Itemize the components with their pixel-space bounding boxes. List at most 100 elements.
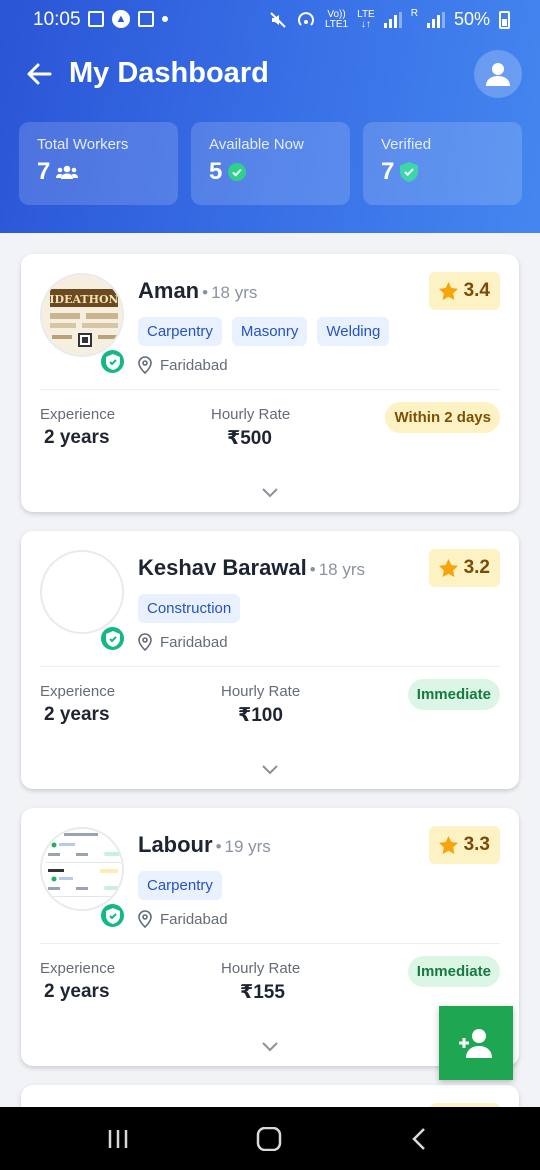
skill-tags: Construction xyxy=(138,594,241,623)
back-icon[interactable] xyxy=(405,1127,435,1151)
worker-name: Keshav Barawal xyxy=(138,555,307,580)
worker-name: Aman xyxy=(138,278,200,303)
users-icon xyxy=(56,165,79,179)
worker-age: 18 yrs xyxy=(318,560,366,579)
star-icon xyxy=(438,282,458,300)
experience-value: 2 years xyxy=(44,704,110,725)
mute-icon xyxy=(270,11,286,28)
divider xyxy=(40,666,500,667)
stat-available-now: Available Now 5 xyxy=(191,122,350,205)
availability-badge: Immediate xyxy=(407,956,500,987)
skill-tag: Masonry xyxy=(231,317,308,346)
worker-name-row: Aman • 18 yrs xyxy=(138,278,258,303)
poster-image: IDEATHON xyxy=(42,275,122,355)
recent-apps-icon[interactable] xyxy=(104,1127,134,1151)
lte-indicator: LTE ↓↑ xyxy=(357,8,375,30)
worker-photo xyxy=(40,550,124,634)
check-circle-icon xyxy=(228,163,247,181)
divider xyxy=(40,943,500,944)
add-user-icon xyxy=(459,1029,492,1058)
signal-icon-2 xyxy=(426,11,445,28)
more-notifications-icon xyxy=(162,16,168,22)
availability-badge: Within 2 days xyxy=(385,402,500,433)
status-time: 10:05 xyxy=(33,9,81,30)
stat-label: Total Workers xyxy=(37,136,129,153)
shield-check-icon xyxy=(400,162,419,182)
chevron-down-icon[interactable] xyxy=(261,486,279,498)
profile-button[interactable] xyxy=(474,50,522,98)
signal-icon-1 xyxy=(383,11,402,28)
availability-badge: Immediate xyxy=(407,679,500,710)
page-title: My Dashboard xyxy=(69,57,269,89)
svg-text:IDEATHON: IDEATHON xyxy=(49,293,118,306)
dashboard-header: 10:05 ▲ Vo)) LTE1 LTE ↓↑ R 50% My Dashboar… xyxy=(0,0,540,233)
location-pin-icon xyxy=(138,633,152,651)
worker-location: Faridabad xyxy=(138,633,228,651)
skill-tag: Construction xyxy=(138,594,241,623)
chevron-down-icon[interactable] xyxy=(261,763,279,775)
worker-location: Faridabad xyxy=(138,356,228,374)
divider xyxy=(40,389,500,390)
worker-card[interactable]: IDEATHON Aman • 18 yrs 3.4 Carpentry Mason… xyxy=(21,254,519,512)
location-pin-icon xyxy=(138,910,152,928)
hourly-rate-value: ₹100 xyxy=(238,705,283,726)
system-navigation-bar xyxy=(0,1107,540,1170)
hourly-rate-value: ₹500 xyxy=(227,428,272,449)
experience-label: Experience xyxy=(40,406,116,423)
experience-label: Experience xyxy=(40,683,116,700)
app-notification-icon: ▲ xyxy=(112,10,130,28)
stat-verified: Verified 7 xyxy=(363,122,522,205)
gallery-icon xyxy=(88,11,104,27)
location-pin-icon xyxy=(138,356,152,374)
skill-tag: Carpentry xyxy=(138,317,222,346)
verified-badge-icon xyxy=(99,902,126,929)
skill-tags: Carpentry Masonry Welding xyxy=(138,317,390,346)
hourly-rate-value: ₹155 xyxy=(240,982,285,1003)
worker-name-row: Labour • 19 yrs xyxy=(138,832,271,857)
app-bar: My Dashboard xyxy=(0,45,540,105)
back-arrow-icon[interactable] xyxy=(24,59,54,89)
skill-tags: Carpentry xyxy=(138,871,222,900)
hourly-rate-label: Hourly Rate xyxy=(221,960,301,977)
worker-name: Labour xyxy=(138,832,213,857)
worker-card[interactable]: Keshav Barawal • 18 yrs 3.2 Construction F… xyxy=(21,531,519,789)
battery-icon xyxy=(499,10,510,29)
stat-label: Verified xyxy=(381,136,432,153)
stat-value: 7 xyxy=(37,158,160,186)
user-icon xyxy=(486,63,510,86)
status-notification-icons: ▲ xyxy=(88,10,168,28)
verified-badge-icon xyxy=(99,625,126,652)
add-worker-button[interactable] xyxy=(439,1006,513,1080)
calendar-icon xyxy=(138,11,154,27)
worker-photo: IDEATHON xyxy=(40,273,124,357)
volte-indicator: Vo)) LTE1 xyxy=(324,8,349,30)
experience-value: 2 years xyxy=(44,427,110,448)
experience-label: Experience xyxy=(40,960,116,977)
skill-tag: Welding xyxy=(317,317,390,346)
worker-location: Faridabad xyxy=(138,910,228,928)
worker-age: 19 yrs xyxy=(224,837,271,856)
rating-badge: 3.4 xyxy=(428,272,500,310)
status-bar: 10:05 ▲ Vo)) LTE1 LTE ↓↑ R 50% xyxy=(0,0,540,40)
verified-badge-icon xyxy=(99,348,126,375)
status-system-icons: Vo)) LTE1 LTE ↓↑ R 50% xyxy=(269,9,510,30)
hourly-rate-label: Hourly Rate xyxy=(211,406,291,423)
stat-value: 7 xyxy=(381,158,504,186)
stat-value: 5 xyxy=(209,158,332,186)
rating-badge: 3.2 xyxy=(428,549,500,587)
skill-tag: Carpentry xyxy=(138,871,222,900)
stat-label: Available Now xyxy=(209,136,304,153)
star-icon xyxy=(438,559,458,577)
hotspot-icon xyxy=(298,11,314,26)
home-icon[interactable] xyxy=(254,1127,284,1151)
chevron-down-icon[interactable] xyxy=(261,1040,279,1052)
experience-value: 2 years xyxy=(44,981,110,1002)
worker-name-row: Keshav Barawal • 18 yrs xyxy=(138,555,366,580)
hourly-rate-label: Hourly Rate xyxy=(221,683,301,700)
screenshot-thumbnail xyxy=(42,829,122,909)
roaming-indicator: R xyxy=(410,8,418,19)
worker-age: 18 yrs xyxy=(211,283,258,302)
stat-total-workers: Total Workers 7 xyxy=(19,122,178,205)
star-icon xyxy=(438,836,458,854)
battery-percent: 50% xyxy=(453,9,490,29)
